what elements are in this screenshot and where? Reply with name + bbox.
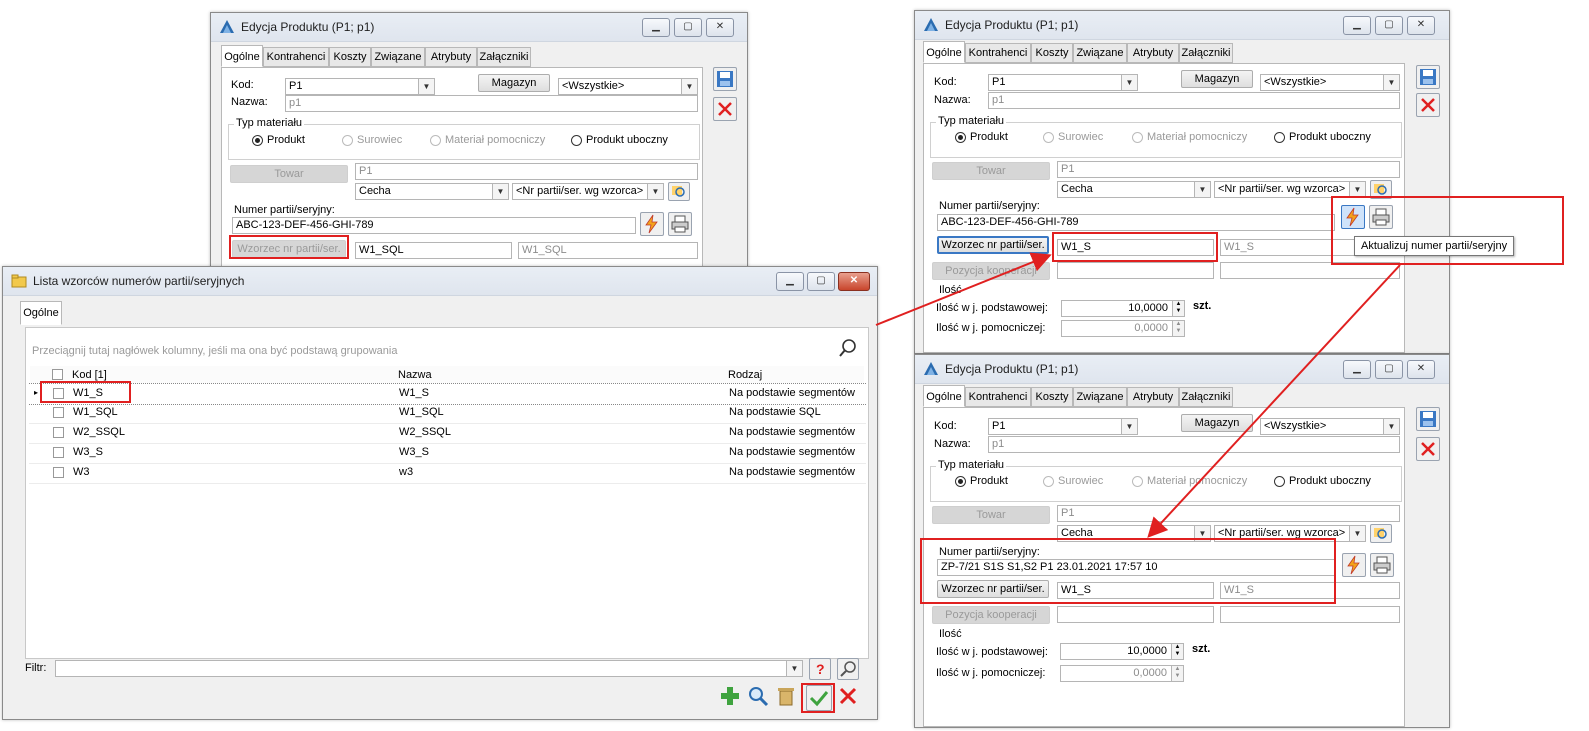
arrow-list-to-field [875, 252, 1052, 326]
arrow-lightning-to-numer [1147, 264, 1401, 538]
annotation-arrows [875, 252, 1401, 538]
